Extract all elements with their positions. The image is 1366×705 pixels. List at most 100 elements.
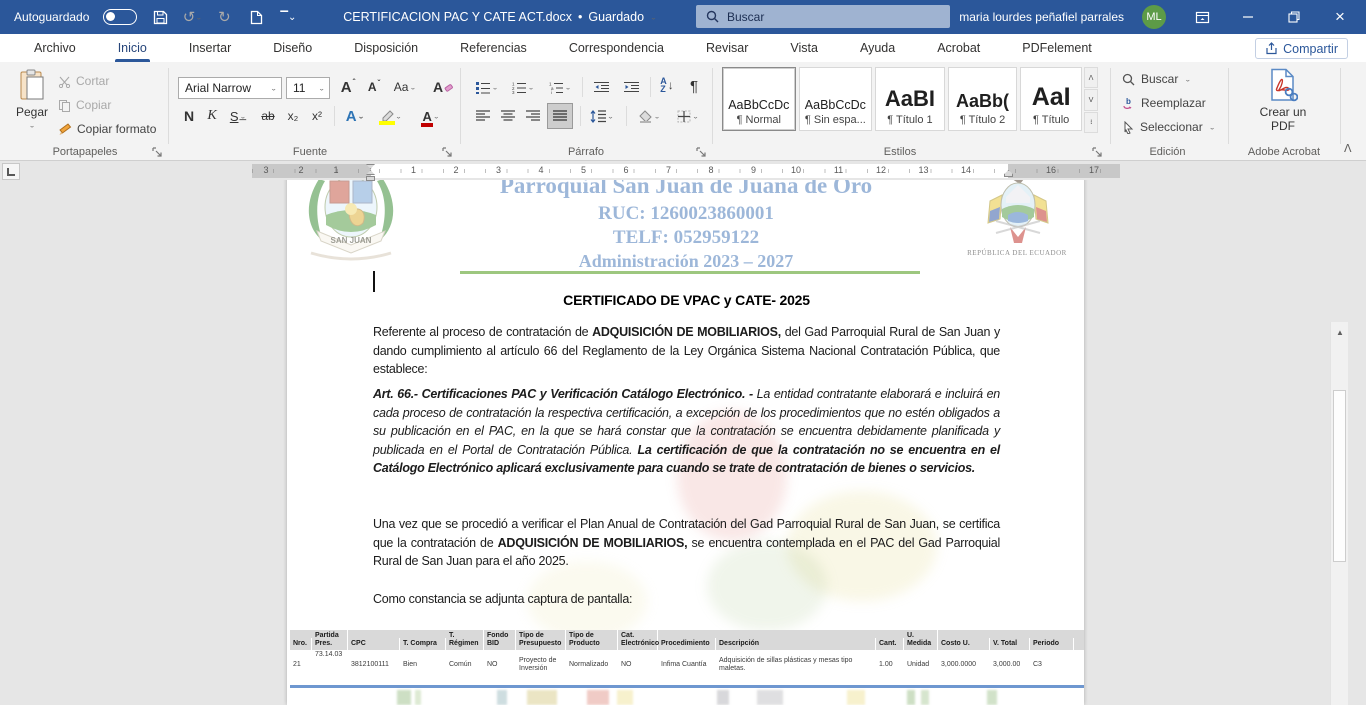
search-placeholder: Buscar (727, 10, 764, 24)
paragraph-1[interactable]: Referente al proceso de contratación de … (373, 323, 1000, 379)
clear-formatting-button[interactable]: A (430, 76, 456, 98)
numbering-button[interactable]: 123⌄ (508, 76, 538, 98)
style-chip-heading2[interactable]: AaBb( ¶ Título 2 (948, 67, 1018, 131)
scroll-up-icon[interactable]: ▲ (1332, 324, 1348, 341)
justify-button[interactable] (547, 103, 573, 129)
tab-selector[interactable] (2, 163, 20, 180)
paste-button[interactable]: Pegar ⌄ (10, 69, 54, 141)
align-right-button[interactable] (522, 105, 544, 127)
text-effects-button[interactable]: A⌄ (340, 105, 370, 127)
document-canvas: Parroquial San Juan de Juana de Oro RUC:… (0, 161, 1348, 705)
grow-font-button[interactable]: Aˆ (336, 76, 360, 98)
button-separator (626, 106, 627, 126)
shrink-font-button[interactable]: Aˇ (362, 76, 386, 98)
tab-revisar[interactable]: Revisar (685, 34, 769, 62)
clipboard-dialog-launcher-icon[interactable] (152, 147, 163, 158)
bold-button[interactable]: N (178, 105, 200, 127)
new-document-icon[interactable] (247, 8, 265, 26)
tab-correspondencia[interactable]: Correspondencia (548, 34, 685, 62)
tab-pdfelement[interactable]: PDFelement (1001, 34, 1112, 62)
font-color-button[interactable]: A⌄ (414, 105, 448, 127)
styles-gallery-scroll: ᐱ ᐯ ᎒ (1084, 67, 1098, 133)
svg-text:b: b (1126, 97, 1131, 106)
minimize-button[interactable] (1238, 7, 1258, 27)
left-indent-marker[interactable] (366, 176, 375, 181)
styles-scroll-up-icon[interactable]: ᐱ (1084, 67, 1098, 88)
search-input[interactable]: Buscar (696, 5, 950, 28)
tab-inicio[interactable]: Inicio (97, 34, 168, 62)
table-header-cell: Descripción (716, 638, 876, 650)
font-family-select[interactable]: Arial Narrow⌄ (178, 77, 282, 99)
create-pdf-button[interactable]: Crear un PDF (1238, 68, 1328, 142)
format-painter-button[interactable]: Copiar formato (58, 122, 156, 136)
line-spacing-button[interactable]: ⌄ (585, 105, 619, 127)
italic-label: K (207, 108, 216, 124)
underline-label: S (230, 109, 239, 124)
tab-disposición[interactable]: Disposición (333, 34, 439, 62)
decrease-indent-button[interactable] (588, 76, 614, 98)
font-group-label: Fuente (230, 146, 390, 158)
show-formatting-marks-button[interactable]: ¶ (684, 75, 704, 97)
document-page[interactable]: Parroquial San Juan de Juana de Oro RUC:… (287, 161, 1084, 705)
ruler-number: 10 (791, 165, 801, 175)
strikethrough-button[interactable]: ab (256, 105, 280, 127)
vertical-scrollbar[interactable]: ▲ ▼ (1330, 322, 1348, 705)
letterhead-admin: Administración 2023 – 2027 (373, 251, 999, 272)
tab-vista[interactable]: Vista (769, 34, 839, 62)
bullets-button[interactable]: ⌄ (472, 76, 502, 98)
font-size-select[interactable]: 11⌄ (286, 77, 330, 99)
share-button[interactable]: Compartir (1255, 38, 1348, 59)
format-painter-label: Copiar formato (77, 122, 156, 136)
sort-button[interactable]: AZ↓ (654, 74, 680, 96)
tab-archivo[interactable]: Archivo (13, 34, 97, 62)
align-center-button[interactable] (497, 105, 519, 127)
styles-dialog-launcher-icon[interactable] (1092, 147, 1103, 158)
paragraph-dialog-launcher-icon[interactable] (696, 147, 707, 158)
letterhead-telf: TELF: 052959122 (373, 227, 999, 249)
style-chip-heading1[interactable]: AaBI ¶ Título 1 (875, 67, 945, 131)
style-chip-normal[interactable]: AaBbCcDc ¶ Normal (722, 67, 796, 131)
tab-insertar[interactable]: Insertar (168, 34, 252, 62)
multilevel-list-button[interactable]: 1ai⌄ (544, 76, 576, 98)
ruler-number: 17 (1089, 165, 1099, 175)
ribbon-display-options-icon[interactable] (1192, 7, 1212, 27)
paragraph-2[interactable]: Art. 66.- Certificaciones PAC y Verifica… (373, 385, 1000, 478)
subscript-button[interactable]: x₂ (282, 105, 304, 127)
select-button[interactable]: Seleccionar⌄ (1122, 120, 1215, 134)
collapse-ribbon-icon[interactable]: ᐱ (1344, 142, 1352, 155)
save-icon[interactable] (151, 8, 169, 26)
horizontal-ruler[interactable]: 32112345678910111213141617 (252, 164, 1120, 178)
table-cell: Bien (400, 660, 446, 670)
customize-qat-icon[interactable]: ▔⌄ (279, 8, 297, 26)
scrollbar-thumb[interactable] (1333, 390, 1346, 562)
font-dialog-launcher-icon[interactable] (442, 147, 453, 158)
copy-button[interactable]: Copiar (58, 98, 111, 112)
borders-button[interactable]: ⌄ (670, 105, 706, 127)
paragraph-3[interactable]: Una vez que se procedió a verificar el P… (373, 515, 1000, 571)
tab-diseño[interactable]: Diseño (252, 34, 333, 62)
close-button[interactable]: × (1330, 7, 1350, 27)
tab-referencias[interactable]: Referencias (439, 34, 548, 62)
text-highlight-button[interactable]: ⌄ (374, 105, 408, 127)
autosave-toggle[interactable] (103, 9, 137, 25)
find-button[interactable]: Buscar⌄ (1122, 72, 1191, 86)
replace-button[interactable]: b Reemplazar (1122, 96, 1206, 110)
tab-acrobat[interactable]: Acrobat (916, 34, 1001, 62)
styles-scroll-down-icon[interactable]: ᐯ (1084, 89, 1098, 110)
avatar[interactable]: ML (1142, 5, 1166, 29)
paragraph-4[interactable]: Como constancia se adjunta captura de pa… (373, 590, 1000, 609)
tab-ayuda[interactable]: Ayuda (839, 34, 916, 62)
styles-gallery-expand-icon[interactable]: ᎒ (1084, 112, 1098, 133)
underline-button[interactable]: S⌄ (224, 105, 252, 127)
superscript-button[interactable]: x² (306, 105, 328, 127)
shading-button[interactable]: ⌄ (632, 105, 666, 127)
cut-button[interactable]: Cortar (58, 74, 109, 88)
style-chip-title[interactable]: AaI ¶ Título (1020, 67, 1082, 131)
align-left-button[interactable] (472, 105, 494, 127)
increase-indent-button[interactable] (618, 76, 644, 98)
restore-button[interactable] (1284, 7, 1304, 27)
style-chip-no-spacing[interactable]: AaBbCcDc ¶ Sin espa... (799, 67, 873, 131)
italic-button[interactable]: K (202, 105, 222, 127)
document-title[interactable]: CERTIFICACION PAC Y CATE ACT.docx • Guar… (300, 0, 700, 34)
change-case-button[interactable]: Aa⌄ (390, 76, 420, 98)
